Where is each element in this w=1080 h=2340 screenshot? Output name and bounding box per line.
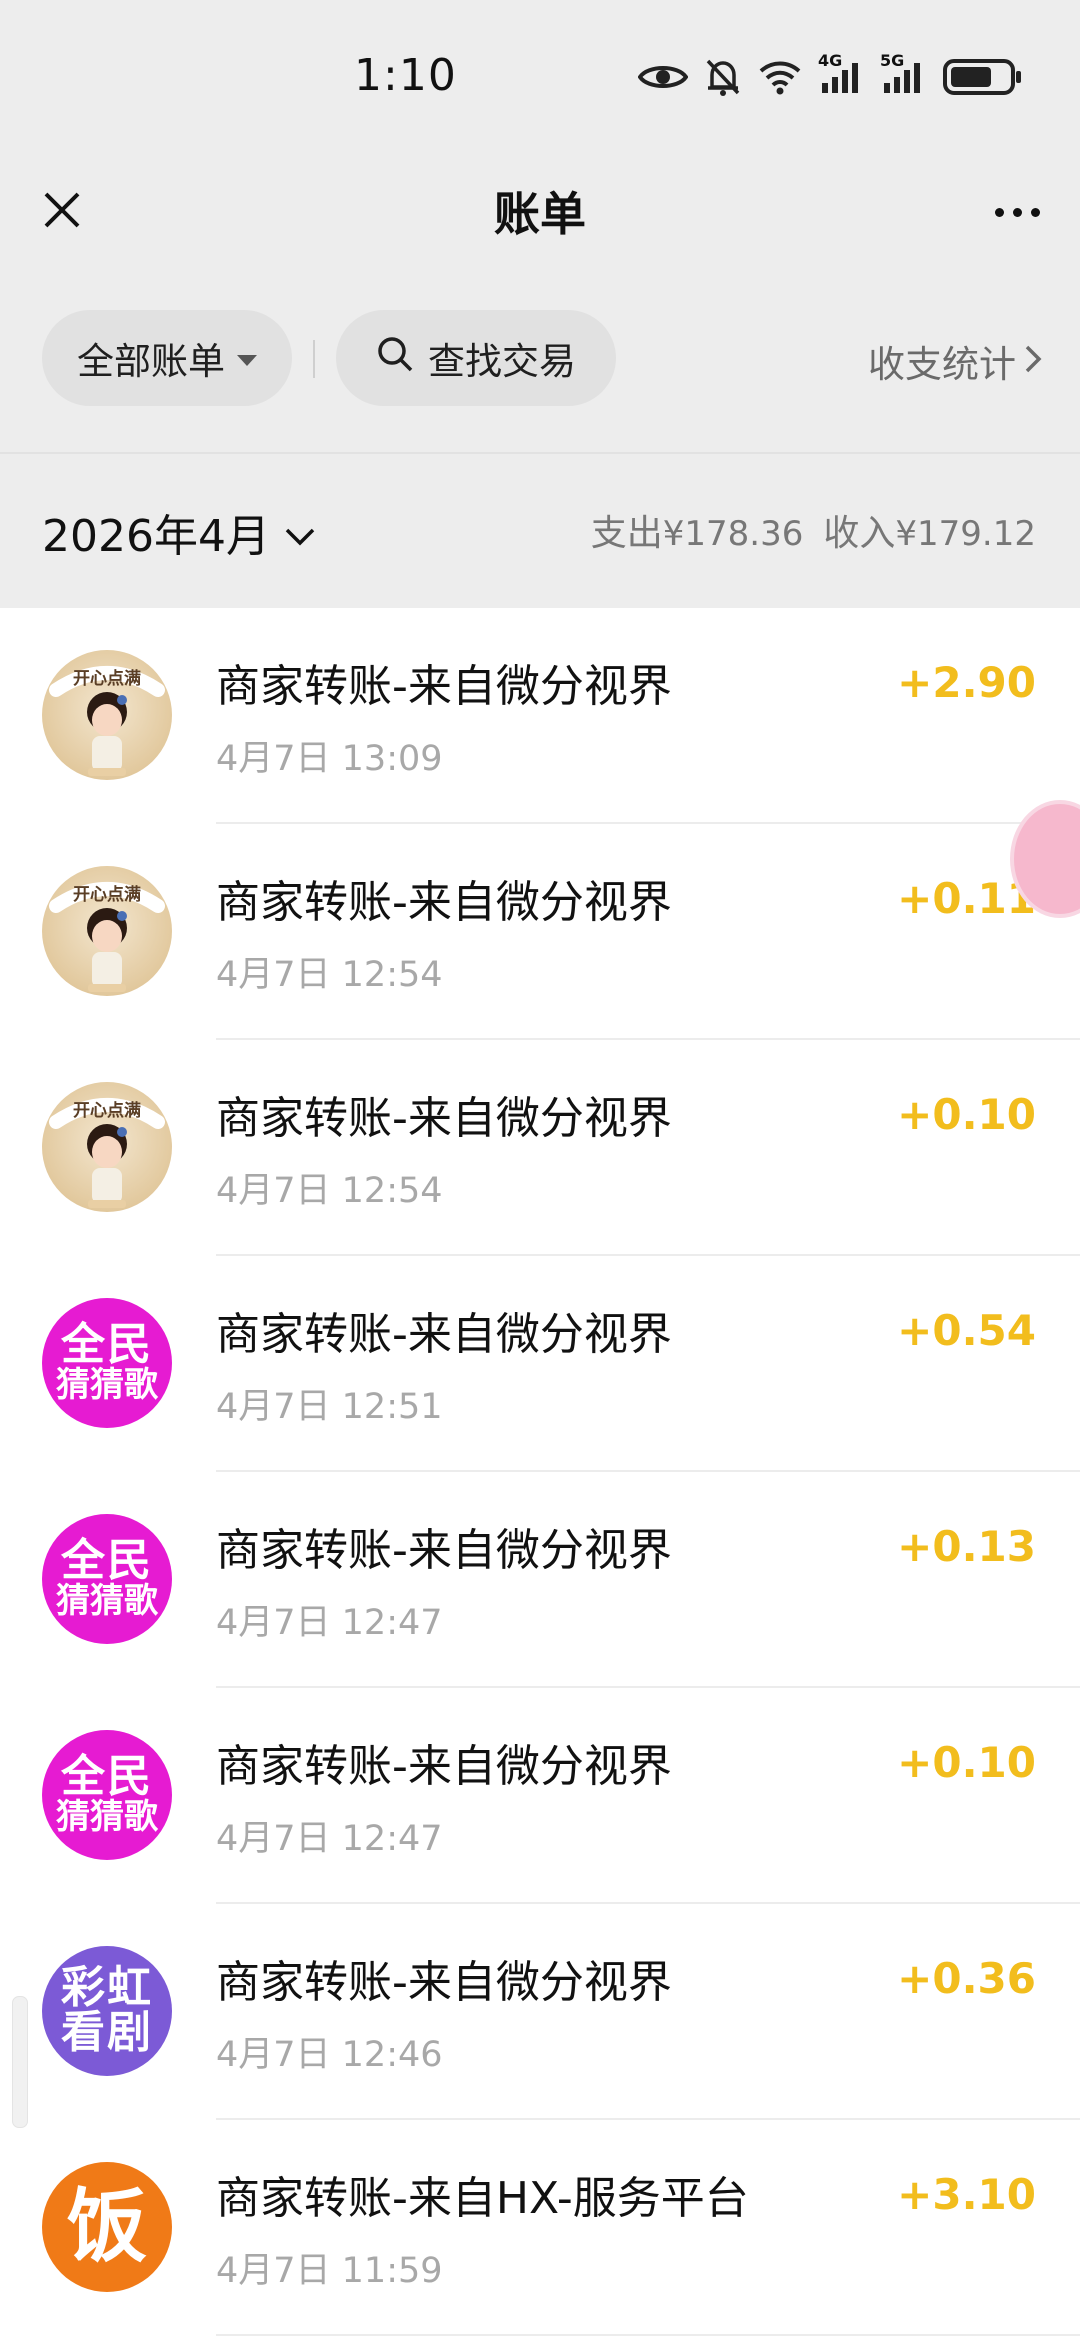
- transaction-title: 商家转账-来自微分视界: [216, 1309, 672, 1360]
- transaction-time: 4月7日 12:46: [216, 2035, 443, 2075]
- mute-bell-icon: [704, 57, 742, 97]
- song-guess-avatar-icon: 全民 猜猜歌: [42, 1730, 172, 1860]
- transaction-time: 4月7日 12:54: [216, 1171, 443, 1211]
- income-label: 收入: [823, 513, 896, 554]
- avatar-line2: 看剧: [61, 2007, 153, 2058]
- transaction-amount: +3.10: [897, 2170, 1036, 2219]
- month-bar: 2026年4月 支出¥178.36 收入¥179.12: [0, 460, 1080, 608]
- chevron-down-icon: [284, 507, 316, 558]
- transaction-amount: +0.10: [897, 1090, 1036, 1139]
- net-5g-label: 5G: [880, 51, 905, 70]
- transaction-title: 商家转账-来自微分视界: [216, 1957, 672, 2008]
- happy-avatar-icon: 开心点满: [42, 1082, 172, 1212]
- caret-down-icon: [237, 354, 257, 366]
- transaction-time: 4月7日 11:59: [216, 2251, 443, 2291]
- all-bills-filter[interactable]: 全部账单: [42, 310, 292, 406]
- transaction-list: 开心点满 商家转账-来自微分视界 4月7日 13:09 +2.90 开心点满 商…: [0, 608, 1080, 2336]
- signal-5g-icon: 5G: [880, 51, 926, 95]
- row-divider: [216, 2334, 1080, 2336]
- transaction-row[interactable]: 全民 猜猜歌 商家转账-来自微分视界 4月7日 12:47 +0.13: [0, 1472, 1080, 1688]
- avatar-line1: 全民: [61, 1535, 153, 1587]
- expense-amount: ¥178.36: [662, 514, 804, 554]
- avatar-line2: 猜猜歌: [56, 1365, 158, 1406]
- transaction-title: 商家转账-来自HX-服务平台: [216, 2173, 749, 2224]
- transaction-amount: +0.54: [897, 1306, 1036, 1355]
- avatar-caption: 开心点满: [73, 1100, 141, 1121]
- filter-divider: [313, 340, 315, 378]
- avatar-caption: 开心点满: [73, 884, 141, 905]
- wifi-icon: [758, 59, 802, 95]
- net-4g-label: 4G: [818, 51, 843, 70]
- page-title: 账单: [494, 187, 586, 241]
- song-guess-avatar-icon: 全民 猜猜歌: [42, 1298, 172, 1428]
- transaction-title: 商家转账-来自微分视界: [216, 877, 672, 928]
- battery-icon: [942, 57, 1024, 97]
- transaction-row[interactable]: 饭 商家转账-来自HX-服务平台 4月7日 11:59 +3.10: [0, 2120, 1080, 2336]
- transaction-row[interactable]: 彩虹 看剧 商家转账-来自微分视界 4月7日 12:46 +0.36: [0, 1904, 1080, 2120]
- expense-label: 支出: [590, 513, 663, 554]
- status-bar: 1:10 4G 5G: [0, 0, 1080, 160]
- happy-avatar-icon: 开心点满: [42, 866, 172, 996]
- avatar-char: 饭: [67, 2180, 147, 2274]
- transaction-title: 商家转账-来自微分视界: [216, 1525, 672, 1576]
- transaction-time: 4月7日 12:51: [216, 1387, 443, 1427]
- all-bills-label: 全部账单: [77, 340, 225, 383]
- rainbow-drama-avatar-icon: 彩虹 看剧: [42, 1946, 172, 2076]
- month-label: 2026年4月: [42, 511, 270, 562]
- transaction-title: 商家转账-来自微分视界: [216, 1741, 672, 1792]
- more-dot-icon: [994, 207, 1004, 217]
- transaction-amount: +0.36: [897, 1954, 1036, 2003]
- transaction-row[interactable]: 全民 猜猜歌 商家转账-来自微分视界 4月7日 12:51 +0.54: [0, 1256, 1080, 1472]
- transaction-row[interactable]: 开心点满 商家转账-来自微分视界 4月7日 12:54 +0.10: [0, 1040, 1080, 1256]
- avatar-line2: 猜猜歌: [56, 1797, 158, 1838]
- income-summary: 收入¥179.12: [823, 504, 1036, 556]
- stats-link[interactable]: 收支统计: [868, 334, 1042, 388]
- section-divider: [0, 452, 1080, 454]
- search-icon: [376, 335, 414, 382]
- status-time: 1:10: [354, 50, 457, 101]
- avatar-line2: 猜猜歌: [56, 1581, 158, 1622]
- transaction-title: 商家转账-来自微分视界: [216, 661, 672, 712]
- avatar-line1: 彩虹: [61, 1962, 153, 2014]
- transaction-time: 4月7日 12:54: [216, 955, 443, 995]
- month-summary: 支出¥178.36 收入¥179.12: [591, 504, 1036, 556]
- stats-label: 收支统计: [868, 343, 1016, 386]
- avatar-caption: 开心点满: [73, 668, 141, 689]
- avatar-line1: 全民: [61, 1751, 153, 1803]
- eye-icon: [638, 61, 688, 93]
- more-button[interactable]: [982, 182, 1052, 242]
- transaction-row[interactable]: 全民 猜猜歌 商家转账-来自微分视界 4月7日 12:47 +0.10: [0, 1688, 1080, 1904]
- transaction-amount: +0.13: [897, 1522, 1036, 1571]
- avatar-line1: 全民: [61, 1319, 153, 1371]
- transaction-time: 4月7日 13:09: [216, 739, 443, 779]
- expense-summary: 支出¥178.36: [591, 504, 804, 556]
- signal-4g-icon: 4G: [818, 51, 864, 95]
- happy-avatar-icon: 开心点满: [42, 650, 172, 780]
- more-dot-icon: [1012, 207, 1022, 217]
- nav-bar: 账单: [0, 160, 1080, 290]
- transaction-row[interactable]: 开心点满 商家转账-来自微分视界 4月7日 13:09 +2.90: [0, 608, 1080, 824]
- transaction-amount: +2.90: [897, 658, 1036, 707]
- transaction-amount: +0.10: [897, 1738, 1036, 1787]
- chevron-right-icon: [1024, 340, 1042, 383]
- transaction-title: 商家转账-来自微分视界: [216, 1093, 672, 1144]
- more-dot-icon: [1030, 207, 1040, 217]
- month-selector[interactable]: 2026年4月: [42, 500, 316, 564]
- income-amount: ¥179.12: [895, 514, 1036, 554]
- search-transactions-button[interactable]: 查找交易: [336, 310, 616, 406]
- transaction-row[interactable]: 开心点满 商家转账-来自微分视界 4月7日 12:54 +0.11: [0, 824, 1080, 1040]
- fan-avatar-icon: 饭: [42, 2162, 172, 2292]
- scroll-indicator: [12, 1996, 28, 2128]
- search-label: 查找交易: [428, 340, 576, 383]
- transaction-time: 4月7日 12:47: [216, 1819, 443, 1859]
- filter-row: 全部账单 查找交易 收支统计: [0, 310, 1080, 410]
- transaction-time: 4月7日 12:47: [216, 1603, 443, 1643]
- song-guess-avatar-icon: 全民 猜猜歌: [42, 1514, 172, 1644]
- status-icons: 4G 5G: [638, 51, 1024, 102]
